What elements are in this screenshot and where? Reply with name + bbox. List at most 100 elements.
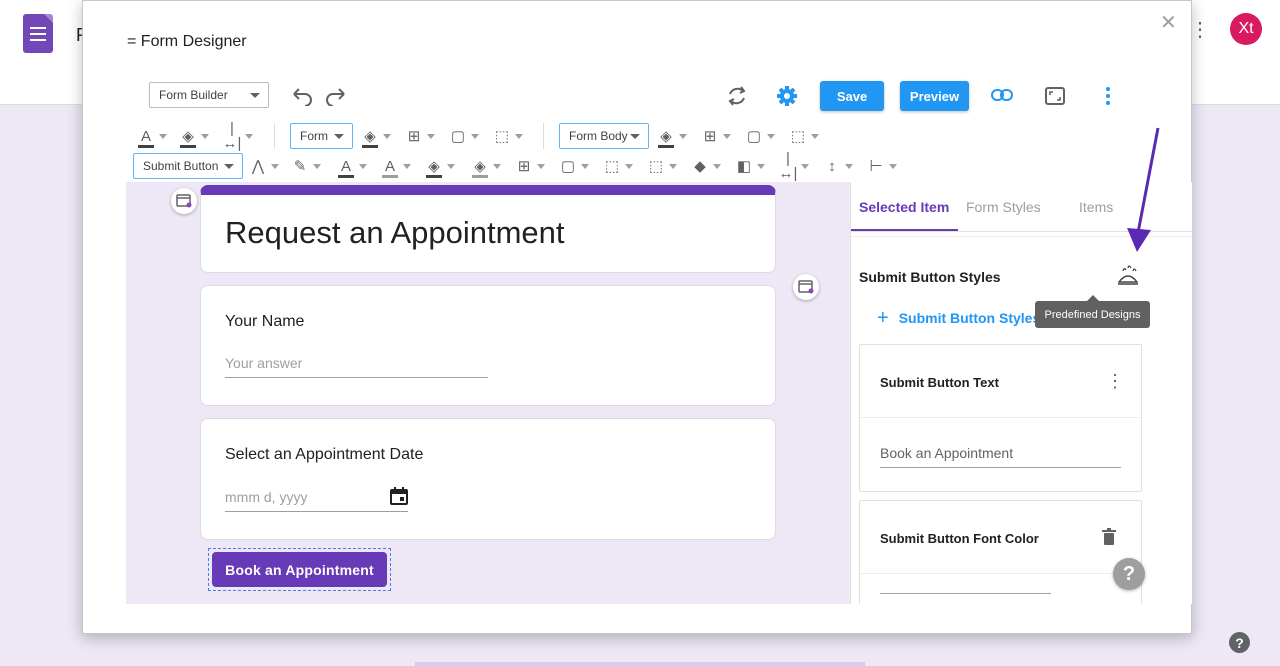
toolbar-divider [543, 123, 544, 149]
hover-shadow-tool[interactable]: ◧ [733, 155, 765, 177]
text-color-tool[interactable]: A [335, 155, 367, 178]
button-margin-tool[interactable]: ⬚ [601, 155, 633, 177]
body-margin-tool[interactable]: ⬚ [787, 125, 819, 147]
help-button[interactable]: ? [1113, 558, 1145, 590]
form-margin-tool[interactable]: ⬚ [491, 125, 523, 147]
predefined-designs-icon[interactable] [1115, 262, 1141, 288]
color-field[interactable] [880, 593, 1051, 594]
forms-logo-icon[interactable] [23, 14, 53, 53]
font-color-icon: A [135, 129, 157, 148]
body-padding-tool[interactable]: ▢ [743, 125, 775, 147]
form-fill-tool[interactable]: ◈ [359, 125, 391, 148]
button-height-tool[interactable]: ↕ [821, 155, 853, 177]
chevron-down-icon [630, 134, 640, 139]
fill-bucket-icon: ◈ [359, 129, 381, 148]
section-heading: Submit Button Styles [859, 269, 1001, 285]
submit-button-selection[interactable]: Book an Appointment [208, 548, 391, 591]
border-all-icon: ⊞ [703, 127, 717, 145]
header-settings-icon[interactable] [171, 188, 197, 214]
hover-fill-tool[interactable]: ◈ [469, 155, 501, 178]
button-width-tool[interactable]: |↔| [777, 151, 809, 181]
height-icon: ↕ [828, 157, 836, 175]
add-link-label: Submit Button Styles [898, 310, 1041, 326]
link-icon[interactable] [990, 87, 1014, 103]
background-divider [415, 662, 865, 666]
button-fill-tool[interactable]: ◈ [423, 155, 455, 178]
element-select[interactable]: Submit Button [133, 153, 243, 179]
calendar-icon[interactable] [389, 486, 409, 506]
question-card-date[interactable]: Select an Appointment Date mmm d, yyyy [200, 418, 776, 540]
tooltip: Predefined Designs [1035, 295, 1150, 328]
more-vert-icon[interactable] [1103, 86, 1113, 106]
name-input[interactable]: Your answer [225, 355, 488, 378]
gear-icon[interactable] [776, 85, 798, 107]
undo-icon[interactable] [290, 86, 314, 106]
more-vert-icon[interactable]: ⋮ [1190, 20, 1210, 40]
shape-icon: ⋀ [251, 157, 265, 175]
hover-shadow-icon: ◧ [736, 157, 752, 175]
body-border-tool[interactable]: ⊞ [699, 125, 731, 147]
help-icon[interactable]: ? [1229, 632, 1250, 653]
button-padding-tool[interactable]: ▢ [557, 155, 589, 177]
tab-items[interactable]: Items [1079, 199, 1113, 215]
pen-tool[interactable]: ✎ [289, 155, 321, 177]
redo-icon[interactable] [324, 86, 348, 106]
font-color-icon: A [335, 159, 357, 178]
chevron-down-icon [250, 93, 260, 98]
dialog-title: = Form Designer [127, 33, 247, 50]
body-settings-icon[interactable] [793, 274, 819, 300]
tab-selected-item[interactable]: Selected Item [859, 199, 949, 215]
fill-color-tool[interactable]: ◈ [177, 125, 209, 148]
date-placeholder: mmm d, yyyy [225, 489, 308, 505]
button-border-tool[interactable]: ⊞ [513, 155, 545, 177]
width-icon: |↔| [778, 150, 798, 182]
shadow-tool[interactable]: ◆ [689, 155, 721, 177]
form-border-tool[interactable]: ⊞ [403, 125, 435, 147]
fullscreen-icon[interactable] [1044, 86, 1066, 106]
width-tool[interactable]: |↔| [221, 121, 253, 151]
form-title-card: Request an Appointment [200, 185, 776, 273]
date-input[interactable]: mmm d, yyyy [225, 489, 408, 512]
form-body-value: Form Body [569, 129, 628, 143]
mode-select[interactable]: Form Builder [149, 82, 269, 108]
font-color-tool[interactable]: A [135, 125, 167, 148]
shape-tool[interactable]: ⋀ [247, 155, 279, 177]
save-button[interactable]: Save [820, 81, 884, 111]
fill-bucket-icon: ◈ [423, 159, 445, 178]
chevron-down-icon [334, 134, 344, 139]
more-vert-icon[interactable]: ⋮ [1106, 372, 1124, 390]
submit-button-text-card: Submit Button Text ⋮ Book an Appointment [859, 344, 1142, 492]
sync-icon[interactable] [726, 85, 748, 107]
toolbar-divider [274, 123, 275, 149]
card-divider [860, 417, 1141, 418]
shadow-icon: ◆ [694, 157, 706, 175]
close-icon[interactable]: ✕ [1160, 13, 1177, 33]
mode-select-value: Form Builder [159, 88, 228, 102]
chevron-down-icon [224, 164, 234, 169]
border-dotted-icon: ⬚ [494, 127, 510, 145]
fill-bucket-icon: ◈ [177, 129, 199, 148]
form-body-select[interactable]: Form Body [559, 123, 649, 149]
form-title: Request an Appointment [225, 215, 565, 250]
form-padding-tool[interactable]: ▢ [447, 125, 479, 147]
border-outer-icon: ▢ [746, 127, 762, 145]
avatar[interactable]: Xt [1230, 13, 1262, 45]
body-fill-tool[interactable]: ◈ [655, 125, 687, 148]
hover-text-color-tool[interactable]: A [379, 155, 411, 178]
submit-button[interactable]: Book an Appointment [212, 552, 387, 587]
plus-icon: + [877, 307, 889, 329]
question-card-name[interactable]: Your Name Your answer [200, 285, 776, 406]
add-submit-button-styles-link[interactable]: + Submit Button Styles [877, 308, 1040, 328]
tab-form-styles[interactable]: Form Styles [966, 199, 1041, 215]
form-designer-dialog: = Form Designer ✕ Form Builder Save Prev… [82, 0, 1192, 634]
alignment-tool[interactable]: ⊢ [865, 155, 897, 177]
preview-button[interactable]: Preview [900, 81, 969, 111]
submit-text-field[interactable]: Book an Appointment [880, 445, 1121, 468]
properties-panel: Selected Item Form Styles Items Submit B… [850, 182, 1192, 604]
form-target-select[interactable]: Form [290, 123, 353, 149]
question-label: Select an Appointment Date [225, 446, 424, 463]
hover-fill-icon: ◈ [469, 159, 491, 178]
trash-icon[interactable] [1102, 528, 1116, 546]
hover-border-tool[interactable]: ⬚ [645, 155, 677, 177]
border-dotted-icon: ⬚ [790, 127, 806, 145]
